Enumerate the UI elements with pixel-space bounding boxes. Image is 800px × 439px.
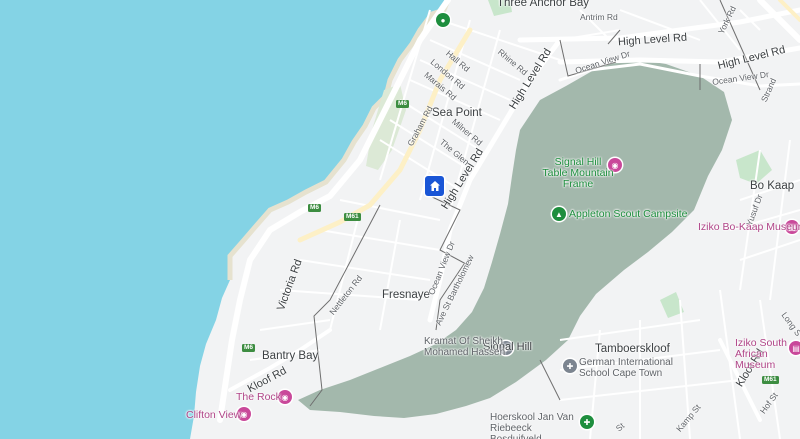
- label-fresnaye: Fresnaye: [382, 289, 430, 301]
- park-icon[interactable]: ●: [436, 13, 450, 27]
- school-icon[interactable]: ✚: [580, 415, 594, 429]
- poi-german-school[interactable]: German International School Cape Town: [579, 357, 683, 379]
- poi-signal-hill-table-mountain-frame[interactable]: Signal Hill Table Mountain Frame: [541, 157, 615, 190]
- poi-clifton-view[interactable]: Clifton View: [186, 409, 241, 421]
- highway-shield: M6: [396, 100, 410, 108]
- home-icon: [429, 181, 440, 191]
- poi-the-rock[interactable]: The Rock: [236, 391, 281, 403]
- label-bantry-bay: Bantry Bay: [262, 350, 319, 362]
- poi-kramat[interactable]: Kramat Of Sheikh Mohamed Hassen: [424, 336, 508, 358]
- museum-icon[interactable]: ▤: [789, 341, 800, 355]
- highway-shield: M6: [308, 204, 322, 212]
- poi-hoerskool[interactable]: Hoerskool Jan Van Riebeeck Bosduifveld: [490, 412, 574, 439]
- label-three-anchor-bay: Three Anchor Bay: [497, 0, 590, 9]
- school-icon[interactable]: ✚: [563, 359, 577, 373]
- selected-location-marker[interactable]: [425, 176, 444, 196]
- highway-shield: M61: [344, 213, 361, 221]
- highway-shield: M61: [762, 376, 779, 384]
- map-view[interactable]: M6 M6 M61 M6 M61 Three Anchor Bay Sea Po…: [0, 0, 800, 439]
- poi-appleton-scout-campsite[interactable]: Appleton Scout Campsite: [569, 208, 687, 220]
- highway-shield: M6: [242, 344, 256, 352]
- tent-icon[interactable]: ▲: [552, 207, 566, 221]
- label-antrim-rd: Antrim Rd: [580, 12, 618, 22]
- poi-iziko-south-african-museum[interactable]: Iziko South African Museum: [735, 338, 789, 371]
- label-tamboerskloof: Tamboerskloof: [595, 343, 670, 355]
- label-bo-kaap: Bo Kaap: [750, 180, 795, 192]
- poi-iziko-bo-kaap-museum[interactable]: Iziko Bo-Kaap Museum: [698, 221, 800, 233]
